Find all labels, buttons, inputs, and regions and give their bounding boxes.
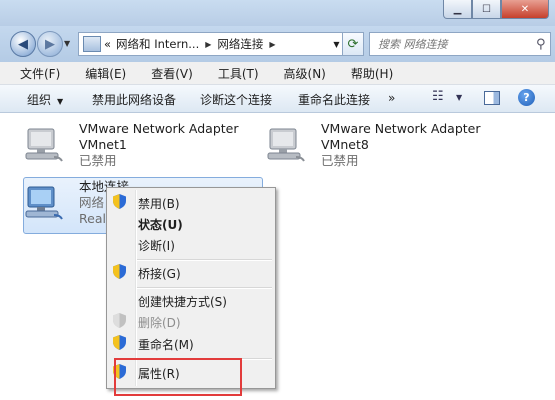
preview-pane-icon[interactable] [484,91,500,105]
menu-advanced[interactable]: 高级(N) [266,65,333,82]
minimize-button[interactable]: ▁ [443,0,472,19]
menu-item-delete: 删除(D) [138,316,181,330]
navigation-bar: ◀ ▶ ▼ « 网络和 Intern... ▶ 网络连接 ▶ ▼ ⟳ ⚲ [0,26,555,62]
organize-button[interactable]: 组织 ▼ [27,91,63,108]
menu-edit[interactable]: 编辑(E) [67,65,133,82]
network-adapter-icon [25,186,63,220]
network-adapter-icon [267,128,305,162]
chevron-down-icon: ▼ [57,97,64,106]
address-bar[interactable]: « 网络和 Intern... ▶ 网络连接 ▶ [78,32,332,56]
breadcrumb-overflow[interactable]: « [104,37,111,51]
maximize-button[interactable]: ☐ [472,0,501,19]
refresh-icon[interactable]: ⟳ [342,32,364,56]
menu-item-rename[interactable]: 重命名(M) [138,336,194,353]
close-button[interactable]: ✕ [501,0,549,19]
uac-shield-icon [113,335,126,350]
menu-item-status[interactable]: 状态(U) [138,216,183,233]
menu-separator [137,259,272,261]
uac-shield-icon [113,264,126,279]
window-controls: ▁ ☐ ✕ [443,0,549,19]
search-input[interactable] [376,36,536,52]
search-box[interactable]: ⚲ [369,32,551,56]
adapter-vmnet8[interactable]: VMware Network Adapter VMnet8 已禁用 [266,121,486,171]
properties-highlight-box [114,358,242,396]
adapter-vmnet1[interactable]: VMware Network Adapter VMnet1 已禁用 [24,121,244,171]
network-adapter-icon [25,128,63,162]
disable-device-button[interactable]: 禁用此网络设备 [92,91,176,108]
command-bar: 组织 ▼ 禁用此网络设备 诊断这个连接 重命名此连接 » ☷ ▼ ? [0,85,555,113]
menu-item-create-shortcut[interactable]: 创建快捷方式(S) [138,293,227,310]
change-view-icon[interactable]: ☷ [432,89,444,104]
view-options-dropdown-icon[interactable]: ▼ [456,93,462,102]
adapter-status: 已禁用 [321,153,359,168]
menu-item-disable[interactable]: 禁用(B) [138,195,180,212]
organize-label: 组织 [27,93,52,107]
menu-help[interactable]: 帮助(H) [333,65,400,82]
help-icon[interactable]: ? [518,89,535,106]
breadcrumb-network-connections[interactable]: 网络连接 [217,36,263,52]
menu-item-diagnose[interactable]: 诊断(I) [138,237,175,254]
more-commands-button[interactable]: » [388,91,395,105]
adapter-device: VMnet8 [321,137,369,152]
menu-view[interactable]: 查看(V) [133,65,200,82]
uac-shield-icon [113,313,126,328]
breadcrumb-network-internet[interactable]: 网络和 Intern... [116,36,199,52]
network-folder-icon [83,36,101,52]
menu-item-bridge[interactable]: 桥接(G) [138,265,181,282]
adapter-name: VMware Network Adapter [79,121,239,136]
recent-pages-dropdown-icon[interactable]: ▼ [64,39,70,48]
adapter-status: 已禁用 [79,153,117,168]
breadcrumb-chevron-icon[interactable]: ▶ [205,40,211,49]
rename-button[interactable]: 重命名此连接 [298,91,370,108]
menu-separator [137,287,272,289]
adapter-name: VMware Network Adapter [321,121,481,136]
adapter-device: VMnet1 [79,137,127,152]
title-bar: ▁ ☐ ✕ [0,0,555,26]
back-button[interactable]: ◀ [10,31,36,57]
forward-button[interactable]: ▶ [37,31,63,57]
diagnose-button[interactable]: 诊断这个连接 [200,91,272,108]
search-icon[interactable]: ⚲ [536,37,546,52]
menu-bar: 文件(F) 编辑(E) 查看(V) 工具(T) 高级(N) 帮助(H) [0,62,555,85]
uac-shield-icon [113,194,126,209]
menu-tools[interactable]: 工具(T) [200,65,266,82]
menu-file[interactable]: 文件(F) [0,65,67,82]
breadcrumb-chevron-icon[interactable]: ▶ [269,40,275,49]
